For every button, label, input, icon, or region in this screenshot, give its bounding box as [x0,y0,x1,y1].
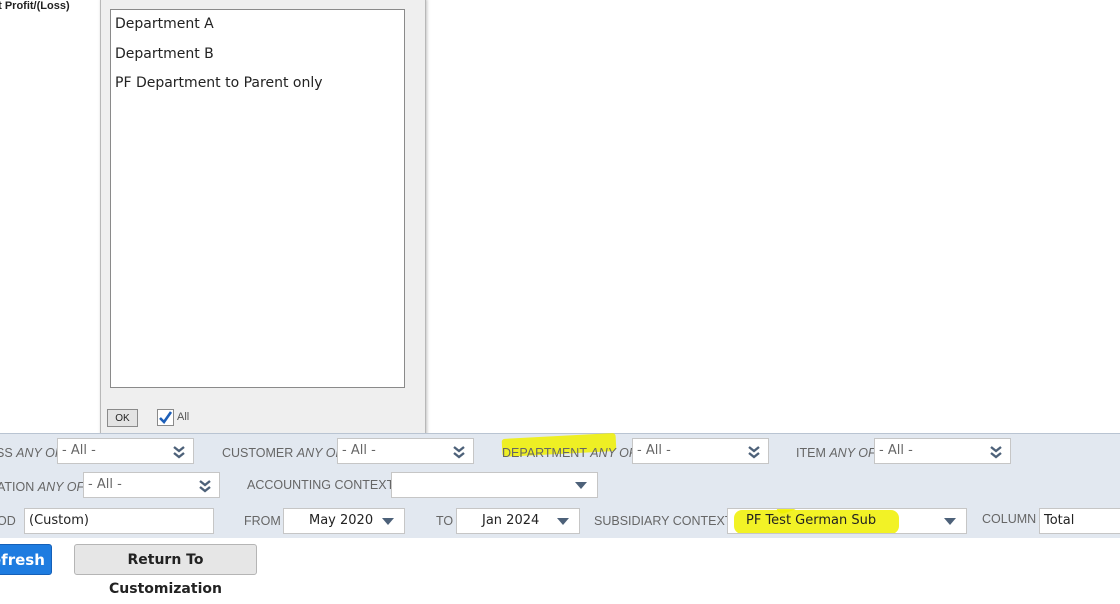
refresh-button[interactable]: efresh [0,544,52,575]
item-filter-label: ITEM ANY OF [796,446,876,460]
class-filter-select[interactable]: - All - [57,438,194,464]
chevron-down-icon [575,482,587,489]
double-chevron-down-icon [173,446,185,459]
all-checkbox-label: All [177,411,190,423]
department-list[interactable]: Department A Department B PF Department … [110,9,405,388]
checkmark-icon [159,411,173,425]
double-chevron-down-icon [199,480,211,493]
all-checkbox[interactable] [157,409,174,426]
column-label: COLUMN [982,512,1037,526]
customer-filter-select[interactable]: - All - [337,438,474,464]
list-item[interactable]: PF Department to Parent only [111,69,404,99]
double-chevron-down-icon [990,446,1002,459]
to-period-select[interactable]: Jan 2024 [456,508,580,534]
department-filter-select[interactable]: - All - [632,438,769,464]
report-filters-panel: SS ANY OF - All - CUSTOMER ANY OF - All … [0,433,1120,538]
chevron-down-icon [944,518,956,525]
class-filter-label: SS ANY OF [0,446,63,460]
accounting-context-label: ACCOUNTING CONTEXT [247,478,395,492]
from-label: FROM [244,514,281,528]
to-label: TO [436,514,454,528]
item-filter-select[interactable]: - All - [874,438,1011,464]
department-filter-label: DEPARTMENT ANY OF [502,446,637,460]
double-chevron-down-icon [453,446,465,459]
double-chevron-down-icon [748,446,760,459]
list-item[interactable]: Department B [111,40,404,70]
location-filter-select[interactable]: - All - [83,472,220,498]
column-select[interactable]: Total [1039,508,1120,534]
period-input[interactable]: (Custom) [24,508,214,534]
chevron-down-icon [382,518,394,525]
department-picker-popup: Department A Department B PF Department … [100,0,426,436]
subsidiary-context-select[interactable]: PF Test German Sub [727,508,967,534]
return-to-customization-button[interactable]: Return To Customization [74,544,257,597]
from-period-select[interactable]: May 2020 [283,508,405,534]
customer-filter-label: CUSTOMER ANY OF [222,446,344,460]
report-title-fragment: et Profit/(Loss) [0,0,70,12]
accounting-context-select[interactable] [391,472,598,498]
subsidiary-context-label: SUBSIDIARY CONTEXT [594,514,733,528]
location-filter-label: ATION ANY OF [0,480,85,494]
chevron-down-icon [557,518,569,525]
list-item[interactable]: Department A [111,10,404,40]
ok-button[interactable]: OK [107,409,138,427]
period-label: OD [0,514,16,528]
